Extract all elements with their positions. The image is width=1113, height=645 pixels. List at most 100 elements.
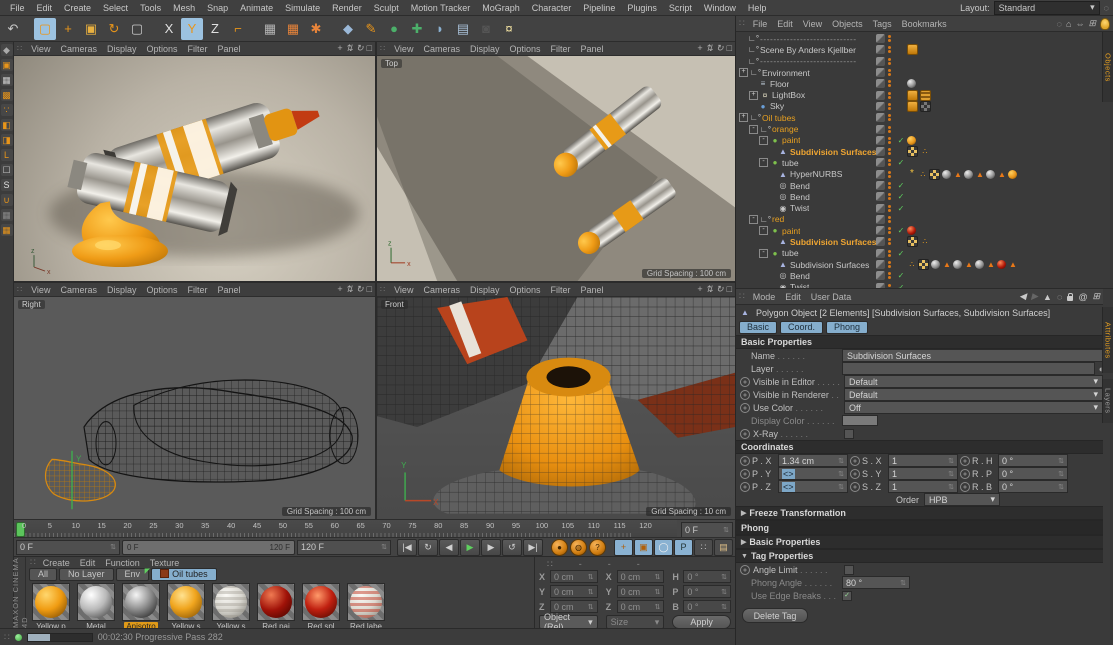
range-start-field[interactable]: 0 F ⇅ (16, 539, 120, 555)
viewport-front-canvas[interactable]: Front Grid Spacing : 10 cm Y X (377, 297, 735, 519)
material-red-spl[interactable]: Red spl (300, 583, 342, 631)
tri-tag-icon[interactable] (986, 260, 995, 269)
tag-orange-tag-icon[interactable] (907, 100, 919, 112)
expand-toggle[interactable]: - (759, 226, 768, 236)
add-panel-icon[interactable]: ⊞ (1088, 18, 1096, 29)
menu-file[interactable]: File (4, 3, 31, 13)
sphere-gray-tag-icon[interactable] (942, 169, 952, 179)
selection-variant-icon[interactable]: ▢ (126, 18, 148, 40)
menu-mode[interactable]: Mode (748, 292, 781, 302)
sparkle-tag-icon[interactable] (907, 170, 916, 179)
use-edge-breaks-checkbox[interactable]: ✓ (842, 590, 852, 601)
object-rel--dropdown[interactable]: Object (Rel) ▾ (539, 612, 598, 632)
coord-s-x-field[interactable]: 1 ⇅ (888, 454, 958, 467)
timeline-ruler[interactable]: 0 5 10 15 20 25 30 35 40 45 50 55 60 65 70 75 80 85 90 95 10… (14, 519, 735, 538)
menu-function[interactable]: Function (100, 558, 145, 568)
anim-dot-icon[interactable] (740, 481, 750, 492)
object-row-subdivision-surfaces[interactable]: ▲ Subdivision Surfaces (736, 259, 1113, 271)
menu-view[interactable]: View (389, 44, 418, 54)
section-tag-properties[interactable]: ▼ Tag Properties (736, 549, 1103, 563)
use-color-dropdown[interactable]: Off ▾ (844, 401, 1103, 414)
polygons-mode-icon[interactable]: ◨ (0, 134, 13, 146)
layer-toggle[interactable] (876, 90, 886, 100)
layer-toggle[interactable] (876, 113, 886, 123)
render-settings-icon[interactable]: ✱ (305, 18, 327, 40)
viewport-front[interactable]: ∷ View Cameras Display Options Filter Panel +… (377, 283, 735, 519)
keyframe-selection-button[interactable]: ? (589, 538, 606, 556)
timeline-window-button[interactable]: ▤ (714, 538, 733, 556)
menu-sculpt[interactable]: Sculpt (368, 3, 405, 13)
dots-tag-icon[interactable] (918, 170, 927, 179)
add-panel-icon[interactable]: ⊞ (1092, 291, 1100, 302)
layer-toggle[interactable] (876, 34, 886, 44)
anim-dot-icon[interactable] (740, 455, 750, 466)
layer-toggle[interactable] (876, 169, 886, 179)
object-row-orange[interactable]: - ∟° orange (736, 123, 1113, 134)
x-ray-checkbox[interactable] (844, 428, 854, 439)
menu-create[interactable]: Create (58, 3, 97, 13)
anim-dot-icon[interactable] (740, 389, 750, 400)
material-tab-all[interactable]: All (29, 568, 58, 581)
maximize-icon[interactable]: □ (727, 284, 732, 295)
name-input[interactable]: Subdivision Surfaces (842, 349, 1103, 362)
viewport-top-canvas[interactable]: Top Grid Spacing : 100 cm z x (377, 56, 735, 281)
axis-z-icon[interactable]: Z (204, 18, 226, 40)
pan-icon[interactable]: + (697, 284, 702, 295)
frame-ruler[interactable]: 0 5 10 15 20 25 30 35 40 45 50 55 60 65 70 75 80 85 90 95 10… (14, 520, 677, 537)
material-red-pai[interactable]: Red pai (255, 583, 297, 631)
visible-in-editor-dropdown[interactable]: Default ▾ (844, 375, 1103, 388)
delete-tag-button[interactable]: Delete Tag (742, 608, 808, 623)
menu-options[interactable]: Options (504, 44, 545, 54)
visibility-dots[interactable] (888, 182, 892, 189)
range-end-field[interactable]: 120 F ⇅ (297, 539, 391, 555)
layer-toggle[interactable] (876, 260, 886, 270)
visibility-dots[interactable] (888, 91, 892, 99)
layer-input[interactable] (842, 362, 1095, 375)
tab-attributes[interactable]: Attributes (1102, 307, 1113, 373)
viewport-top[interactable]: ∷ View Cameras Display Options Filter Panel +… (377, 42, 735, 281)
menu-view[interactable]: View (26, 285, 55, 295)
menu-view[interactable]: View (798, 19, 827, 29)
menu-options[interactable]: Options (141, 44, 182, 54)
sphere-red-tag-icon[interactable] (907, 226, 917, 236)
object-row--[interactable]: ∟° ------------------------------ (736, 33, 1113, 44)
next-frame-button[interactable]: ▶ (481, 538, 501, 556)
viewport-perspective[interactable]: ∷ View Cameras Display Options Filter Panel +… (14, 42, 375, 281)
section-phong-basic[interactable]: ▶ Basic Properties (736, 535, 1103, 549)
tab-phong[interactable]: Phong (826, 321, 869, 334)
menu-mesh[interactable]: Mesh (167, 3, 201, 13)
workplane-mode-icon[interactable]: ▩ (0, 89, 13, 101)
sphere-gray-tag-icon[interactable] (907, 79, 917, 89)
object-row-bend[interactable]: ◎ Bend ✓ (736, 191, 1113, 202)
visibility-dots[interactable] (888, 159, 892, 167)
spline-pen-icon[interactable]: ✎ (360, 18, 382, 40)
axis-y-icon[interactable]: Y (181, 17, 203, 40)
material-tab-env[interactable]: Env ◤ (115, 568, 150, 581)
up-icon[interactable]: ▲ (1043, 292, 1052, 302)
coord-p-z-field[interactable]: <> ⇅ (778, 480, 848, 493)
preview-range-slider[interactable]: 0 F 120 F (122, 539, 295, 555)
visibility-dots[interactable] (888, 35, 892, 43)
menu-panel[interactable]: Panel (576, 285, 609, 295)
anim-dot-icon[interactable] (850, 481, 860, 492)
visibility-dots[interactable] (888, 46, 892, 54)
visibility-dots[interactable] (888, 114, 892, 122)
layer-toggle[interactable] (876, 45, 886, 55)
object-row-scene-by-anders-kjel[interactable]: ∟° Scene By Anders Kjellberg (736, 44, 1113, 56)
checker-tag-icon[interactable] (907, 146, 919, 158)
back-icon[interactable]: ◀ (1019, 291, 1026, 302)
key-parameter-toggle[interactable]: P (674, 538, 693, 556)
layer-toggle[interactable] (876, 203, 886, 213)
tab-objects[interactable]: Objects (1102, 32, 1113, 102)
tag-orange-tag-icon[interactable] (907, 44, 919, 56)
layer-toggle[interactable] (876, 158, 886, 168)
menu-display[interactable]: Display (102, 285, 142, 295)
maximize-icon[interactable]: □ (367, 284, 372, 295)
goto-start-button[interactable]: |◀ (397, 538, 417, 556)
spinner-icon[interactable]: ⇅ (110, 543, 116, 551)
zoom-icon[interactable]: ⇅ (705, 43, 713, 54)
anim-dot-icon[interactable] (960, 455, 970, 466)
object-row-oil-tubes[interactable]: + ∟° Oil tubes (736, 112, 1113, 123)
deformers-icon[interactable]: ✚ (406, 18, 428, 40)
object-row-subdivision-surfaces[interactable]: ▲ Subdivision Surfaces (736, 236, 1113, 248)
